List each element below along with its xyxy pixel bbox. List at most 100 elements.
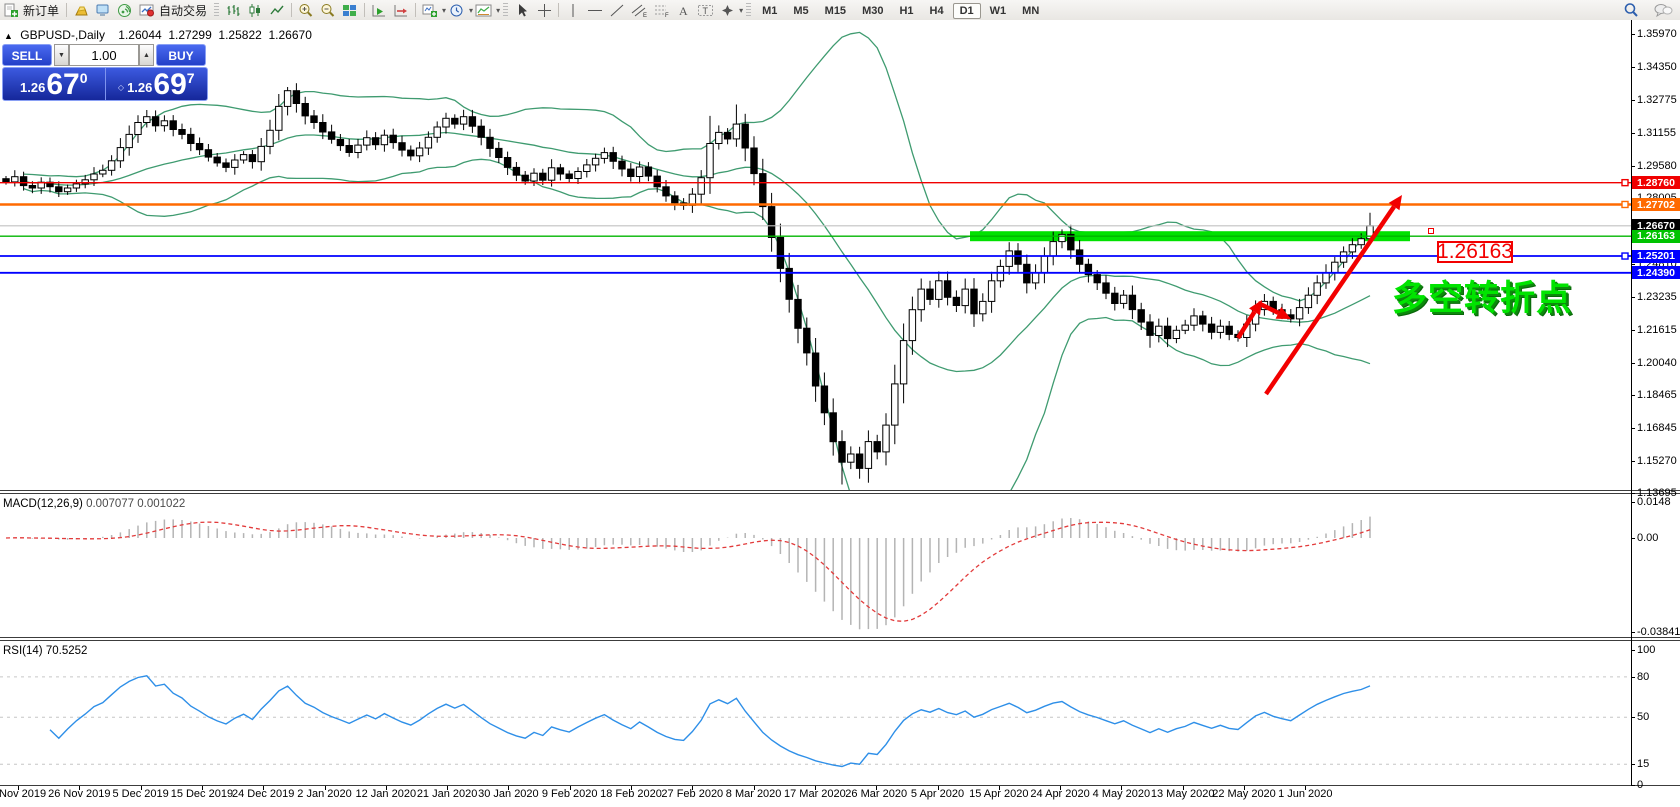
macd-tick-mark [1631, 538, 1635, 539]
macd-label: MACD(12,26,9) 0.007077 0.001022 [3, 498, 186, 510]
toolbar-grip [746, 3, 752, 17]
time-axis-separator [0, 785, 1680, 786]
tile-windows-icon[interactable] [339, 1, 361, 19]
time-tick-label: 9 Feb 2020 [541, 788, 598, 800]
price-tick-mark [1631, 362, 1635, 364]
vertical-line-tool-icon[interactable] [562, 1, 584, 19]
new-order-label[interactable]: 新订单 [23, 2, 59, 19]
cursor-icon[interactable] [511, 1, 533, 19]
symbol-label: GBPUSD-,Daily [20, 28, 105, 42]
ohlc-open: 1.26044 [118, 28, 162, 42]
periods-clock-icon[interactable] [446, 1, 468, 19]
autotrading-label[interactable]: 自动交易 [159, 2, 207, 19]
new-chart-icon[interactable] [419, 1, 441, 19]
autotrading-icon[interactable] [136, 1, 158, 19]
crosshair-icon[interactable] [533, 1, 555, 19]
time-tick-label: 15 Apr 2020 [969, 788, 1029, 800]
trendline-tool-icon[interactable] [606, 1, 628, 19]
rsi-tick-label: 80 [1637, 670, 1650, 683]
macd-tick-label: 0.0148 [1637, 495, 1671, 508]
rsi-label: RSI(14) 70.5252 [3, 645, 88, 657]
time-tick-label: 24 Apr 2020 [1030, 788, 1090, 800]
timeframe-button-w1[interactable]: W1 [983, 3, 1014, 19]
volume-down-button[interactable]: ▼ [54, 44, 69, 66]
pane-separator[interactable] [0, 493, 1680, 494]
toolbar-right-group [1620, 1, 1674, 19]
sell-price-display[interactable]: 1.26 67 0 [3, 68, 105, 100]
collapse-arrow-icon[interactable]: ▲ [4, 31, 13, 41]
timeframe-button-h1[interactable]: H1 [892, 3, 920, 19]
macd-value: 0.007077 [86, 498, 135, 510]
annotation-note[interactable]: 多空转折点 [1392, 270, 1572, 321]
main-price-chart[interactable] [0, 20, 1632, 491]
rsi-tick-mark [1631, 676, 1635, 678]
candlestick-mode-icon[interactable] [244, 1, 266, 19]
separator [415, 3, 417, 17]
timeframe-button-h4[interactable]: H4 [923, 3, 951, 19]
dropdown-arrow-icon[interactable]: ▾ [496, 6, 500, 15]
buy-price-display[interactable]: ◇ 1.26 69 7 [106, 68, 208, 100]
price-tick-mark [1631, 428, 1635, 430]
timeframe-button-m1[interactable]: M1 [755, 3, 784, 19]
buy-price-pip-digit: 7 [186, 70, 195, 86]
time-tick-label: 17 Mar 2020 [784, 788, 846, 800]
timeframe-button-m5[interactable]: M5 [786, 3, 815, 19]
time-tick-label: 13 May 2020 [1150, 788, 1215, 800]
pane-separator[interactable] [0, 640, 1680, 641]
zoom-out-icon[interactable] [317, 1, 339, 19]
time-tick-label: 27 Feb 2020 [661, 788, 724, 800]
macd-tick-label: -0.038415 [1637, 625, 1680, 638]
sell-button[interactable]: SELL [2, 44, 52, 66]
timeframe-button-m30[interactable]: M30 [855, 3, 890, 19]
horizontal-line-tool-icon[interactable] [584, 1, 606, 19]
volume-input[interactable] [69, 44, 139, 66]
virtual-hosting-icon[interactable] [92, 1, 114, 19]
timeframe-button-m15[interactable]: M15 [818, 3, 853, 19]
community-chat-icon[interactable] [1652, 1, 1674, 19]
time-tick-label: 12 Jan 2020 [355, 788, 417, 800]
price-tick-label: 1.35970 [1637, 28, 1677, 40]
macd-indicator-pane[interactable] [0, 494, 1632, 637]
rsi-tick-mark [1631, 650, 1635, 651]
price-tick-mark [1631, 460, 1635, 462]
price-tick-label: 1.18465 [1637, 388, 1677, 401]
text-tool-icon[interactable]: A [672, 1, 694, 19]
support-level-label[interactable]: 1.26163 [1437, 240, 1513, 263]
price-tick-label: 1.29580 [1637, 159, 1677, 172]
timeframe-group: M1 M5 M15 M30 H1 H4 D1 W1 MN [754, 3, 1047, 19]
signals-icon[interactable] [114, 1, 136, 19]
time-tick-label: 8 Mar 2020 [725, 788, 782, 800]
toolbar-grip [214, 3, 220, 17]
arrows-tool-icon[interactable] [716, 1, 738, 19]
buy-button[interactable]: BUY [156, 44, 206, 66]
time-tick-label: 22 May 2020 [1212, 788, 1276, 800]
timeframe-button-mn[interactable]: MN [1015, 3, 1046, 19]
search-icon[interactable] [1620, 1, 1642, 19]
equidistant-channel-tool-icon[interactable]: E [628, 1, 650, 19]
line-chart-mode-icon[interactable] [266, 1, 288, 19]
auto-scroll-icon[interactable] [368, 1, 390, 19]
dropdown-arrow-icon[interactable]: ▾ [739, 6, 743, 15]
svg-text:A: A [679, 4, 688, 18]
new-order-icon[interactable] [0, 1, 22, 19]
profiles-icon[interactable] [473, 1, 495, 19]
rsi-tick-label: 50 [1637, 711, 1650, 724]
timeframe-button-d1[interactable]: D1 [952, 3, 981, 19]
price-tick-mark [1631, 330, 1635, 331]
pane-separator[interactable] [0, 637, 1680, 638]
line-anchor-handle[interactable] [1428, 228, 1434, 234]
separator [364, 3, 366, 17]
fibonacci-tool-icon[interactable]: F [650, 1, 672, 19]
market-gold-icon[interactable] [70, 1, 92, 19]
volume-up-button[interactable]: ▲ [139, 44, 154, 66]
bar-chart-mode-icon[interactable] [222, 1, 244, 19]
rsi-indicator-pane[interactable] [0, 641, 1632, 785]
time-tick-label: 30 Jan 2020 [478, 788, 539, 800]
pane-separator[interactable] [0, 490, 1680, 491]
price-tick-mark [1631, 394, 1635, 396]
zoom-in-icon[interactable] [295, 1, 317, 19]
price-level-badge: 1.24390 [1632, 266, 1680, 280]
chart-shift-icon[interactable] [390, 1, 412, 19]
macd-tick-mark [1631, 631, 1635, 633]
text-label-tool-icon[interactable]: T [694, 1, 716, 19]
